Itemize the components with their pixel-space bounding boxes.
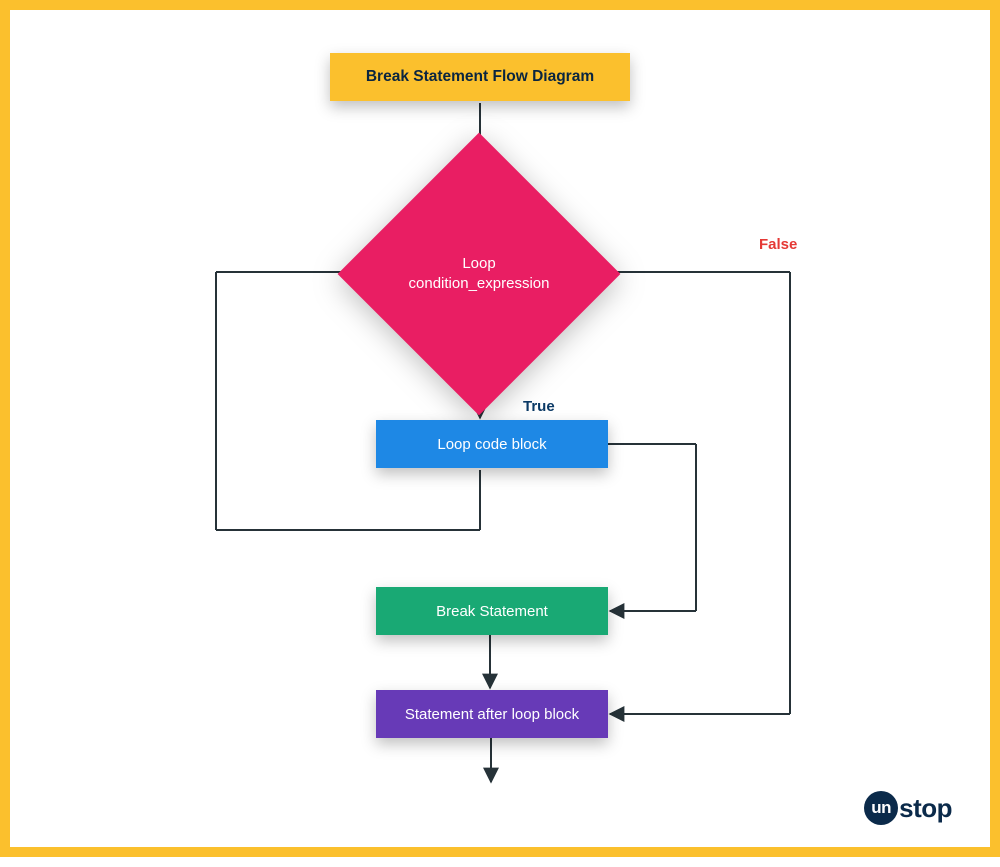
condition-text: Loop condition_expression xyxy=(409,254,550,295)
after-loop-node: Statement after loop block xyxy=(376,690,608,738)
condition-label: Loop condition_expression xyxy=(379,174,579,374)
brand-text: stop xyxy=(899,793,952,824)
code-block-node: Loop code block xyxy=(376,420,608,468)
diagram-title: Break Statement Flow Diagram xyxy=(330,53,630,101)
diagram-frame: Break Statement Flow Diagram Loop condit… xyxy=(0,0,1000,857)
brand-logo: un stop xyxy=(864,791,952,825)
break-text: Break Statement xyxy=(436,603,548,620)
diagram-title-text: Break Statement Flow Diagram xyxy=(366,68,594,86)
edge-label-true: True xyxy=(523,398,555,415)
break-node: Break Statement xyxy=(376,587,608,635)
condition-node: Loop condition_expression xyxy=(379,174,579,374)
edge-label-false: False xyxy=(759,236,797,253)
code-block-text: Loop code block xyxy=(437,436,546,453)
after-loop-text: Statement after loop block xyxy=(405,706,579,723)
brand-badge: un xyxy=(864,791,898,825)
